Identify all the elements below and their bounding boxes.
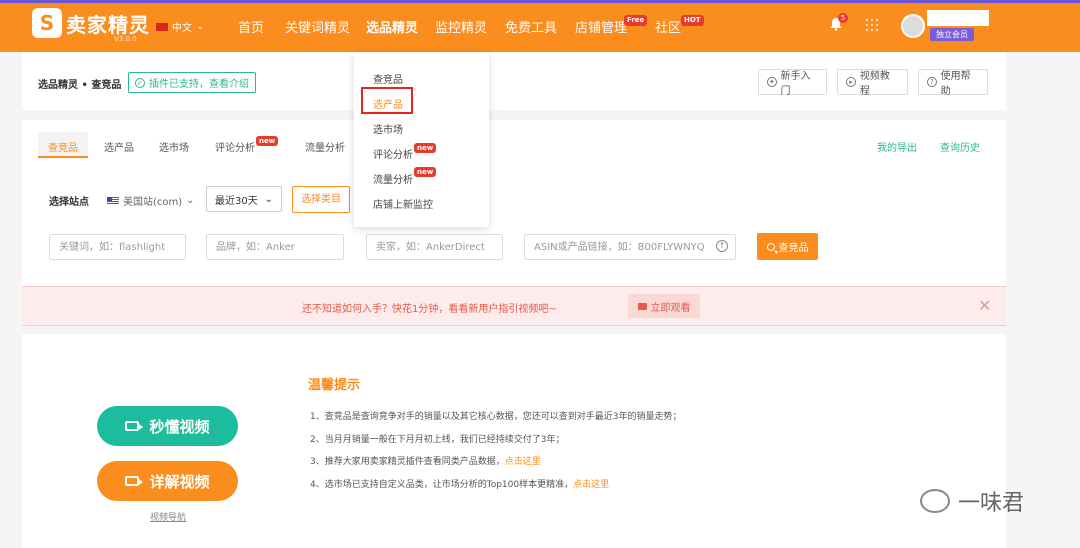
tips-title: 温馨提示 [308, 378, 361, 393]
section-divider [22, 326, 1006, 334]
video-camera-icon [125, 476, 144, 486]
tab-product-selection[interactable]: 选产品 [104, 139, 134, 154]
brand-name[interactable]: 卖家精灵 [66, 9, 150, 38]
plugin-support-label: 插件已支持，查看介绍 [149, 79, 249, 90]
dropdown-item-review-analysis[interactable]: 评论分析 [373, 146, 413, 161]
video-tutorial-button[interactable]: ▸ 视频教程 [837, 69, 908, 97]
period-value: 最近30天 [215, 195, 258, 207]
seller-input[interactable] [366, 234, 503, 260]
nav-home[interactable]: 首页 [238, 17, 264, 36]
tip-link[interactable]: 点击这里 [505, 457, 541, 467]
notification-count-badge: 5 [838, 13, 848, 23]
nav-product-selection[interactable]: 选品精灵 [366, 17, 418, 36]
select-category-button[interactable]: 选择类目 [292, 186, 350, 213]
query-history-link[interactable]: 查询历史 [940, 139, 980, 154]
hot-badge: HOT [681, 15, 704, 26]
search-button-label: 查竞品 [778, 243, 809, 254]
tab-traffic-analysis[interactable]: 流量分析 [305, 139, 345, 154]
nav-monitor-genie[interactable]: 监控精灵 [435, 17, 487, 36]
my-exports-link[interactable]: 我的导出 [877, 139, 917, 154]
tip-item: 2、当月月销量一般在下月月初上线，我们已经持续交付了3年； [310, 435, 565, 445]
member-badge: 独立会员 [930, 28, 974, 41]
tab-review-analysis[interactable]: 评论分析 [215, 139, 255, 154]
username-redacted [927, 10, 989, 26]
video-icon [637, 302, 647, 310]
check-circle-icon: ✓ [135, 77, 145, 88]
period-select[interactable]: 最近30天 ⌄ [206, 186, 282, 212]
asin-input[interactable] [524, 234, 736, 260]
dropdown-item-market-selection[interactable]: 选市场 [373, 121, 403, 136]
compass-icon: ✦ [767, 77, 777, 87]
help-circle-icon: ? [927, 77, 937, 87]
detailed-video-button[interactable]: 详解视频 [97, 461, 238, 501]
image-search-icon[interactable]: ↑ [716, 240, 728, 252]
brand-input[interactable] [206, 234, 344, 260]
brand-version: V3.0.0 [114, 35, 137, 43]
chevron-down-icon: ⌄ [186, 195, 195, 206]
tip-item: 3、推荐大家用卖家精灵插件查看同类产品数据，点击这里 [310, 457, 541, 467]
dropdown-item-product-selection[interactable]: 选产品 [373, 96, 403, 111]
dropdown-item-store-new-listing-monitor[interactable]: 店铺上新监控 [373, 196, 433, 211]
site-selector[interactable]: 美国站(com) ⌄ [107, 193, 195, 208]
video-tutorial-label: 视频教程 [859, 71, 890, 97]
apps-grid-icon[interactable] [866, 19, 878, 31]
nav-store-management[interactable]: 店铺管理 [575, 17, 627, 36]
quick-video-button[interactable]: 秒懂视频 [97, 406, 238, 446]
avatar[interactable] [901, 14, 925, 38]
usage-help-label: 使用帮助 [940, 71, 971, 97]
site-label: 选择站点 [49, 197, 89, 208]
beginner-guide-label: 新手入门 [780, 71, 811, 97]
tab-competitor-search[interactable]: 查竞品 [48, 139, 78, 154]
search-icon [766, 242, 775, 251]
new-badge: new [414, 143, 437, 153]
keyword-input[interactable] [49, 234, 186, 260]
tip-item: 1、查竞品是查询竞争对手的销量以及其它核心数据，您还可以查到对手最近3年的销量走… [310, 412, 682, 422]
video-camera-icon [125, 421, 144, 431]
tip-link[interactable]: 点击这里 [573, 480, 609, 490]
video-navigation-link[interactable]: 视频导航 [150, 510, 186, 523]
wechat-icon [920, 489, 950, 513]
detailed-video-label: 详解视频 [149, 472, 210, 491]
nav-keyword-genie[interactable]: 关键词精灵 [285, 17, 350, 36]
dropdown-item-competitor-search[interactable]: 查竞品 [373, 71, 403, 86]
tip-item: 4、选市场已支持自定义品类，让市场分析的Top100样本更精准，点击这里 [310, 480, 610, 490]
watermark-text: 一味君 [958, 491, 1025, 516]
quick-video-label: 秒懂视频 [149, 417, 210, 436]
dropdown-item-traffic-analysis[interactable]: 流量分析 [373, 171, 413, 186]
play-circle-icon: ▸ [846, 77, 856, 87]
chevron-down-icon: ⌄ [264, 193, 273, 205]
free-badge: Free [624, 15, 648, 26]
site-value: 美国站(com) [123, 197, 183, 208]
beginner-guide-button[interactable]: ✦ 新手入门 [758, 69, 827, 97]
us-flag-icon [107, 196, 119, 205]
language-label: 中文 [172, 23, 192, 34]
brand-logo-icon[interactable]: S [32, 8, 62, 38]
tab-market-selection[interactable]: 选市场 [159, 139, 189, 154]
notice-text: 还不知道如何入手？快花1分钟，看看新用户指引视频吧~ [302, 304, 557, 315]
section-divider [22, 110, 1006, 120]
language-selector[interactable]: 中文 ⌄ [156, 19, 204, 34]
search-competitors-button[interactable]: 查竞品 [757, 233, 818, 260]
plugin-support-tag[interactable]: ✓ 插件已支持，查看介绍 [128, 72, 256, 93]
close-icon[interactable]: ✕ [978, 298, 991, 314]
watch-now-button[interactable]: 立即观看 [628, 294, 700, 318]
chevron-down-icon: ⌄ [196, 21, 205, 32]
china-flag-icon [156, 22, 168, 31]
nav-free-tools[interactable]: 免费工具 [505, 17, 557, 36]
usage-help-button[interactable]: ? 使用帮助 [918, 69, 988, 97]
new-badge: new [256, 136, 279, 146]
nav-community[interactable]: 社区 [655, 17, 681, 36]
new-badge: new [414, 167, 437, 177]
breadcrumb: 选品精灵 • 查竞品 [38, 80, 122, 91]
watermark: 一味君 [920, 485, 1024, 517]
watch-now-label: 立即观看 [650, 302, 691, 314]
